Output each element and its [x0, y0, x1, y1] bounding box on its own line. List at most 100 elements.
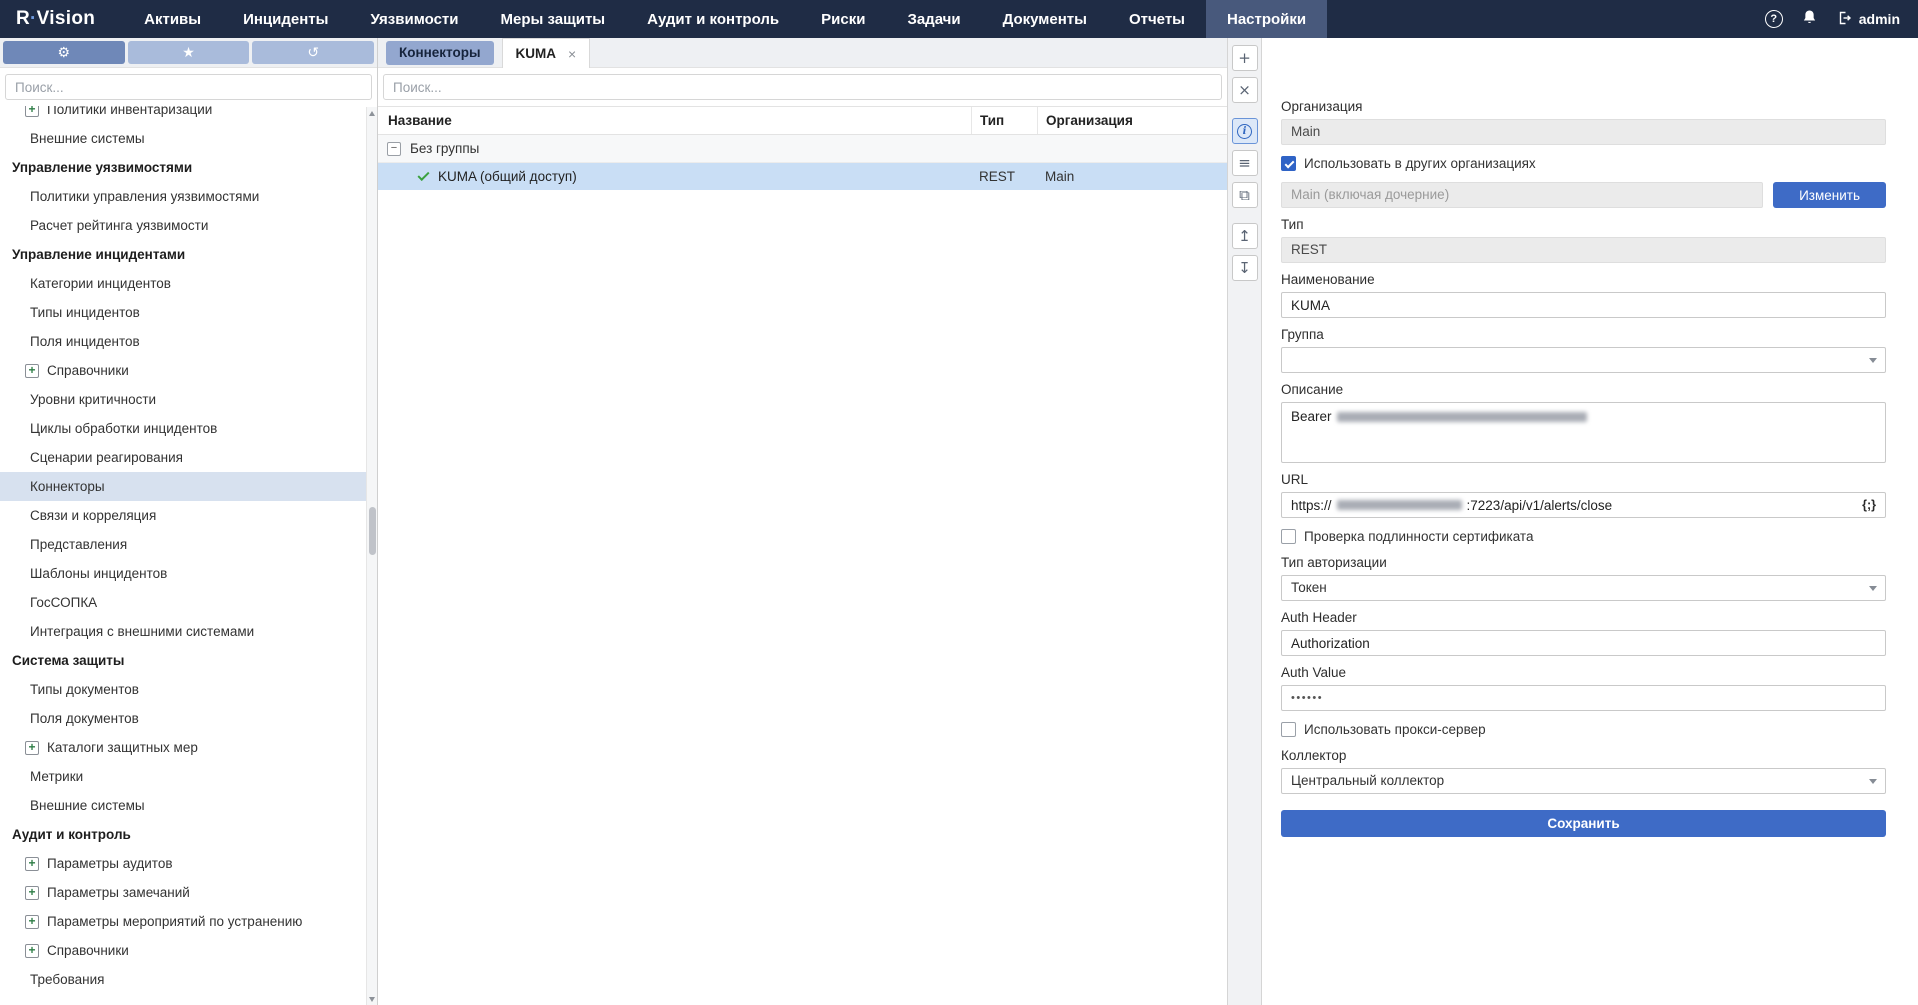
tree-item[interactable]: Система защиты: [0, 646, 366, 675]
sidebar-scrollbar[interactable]: [366, 107, 377, 1005]
settings-tab[interactable]: ⚙: [3, 41, 125, 64]
KUMA (общий доступ)[interactable]: KUMA (общий доступ) REST Main: [378, 163, 1227, 190]
tree-item[interactable]: Управление уязвимостями: [0, 153, 366, 182]
info-button[interactable]: i: [1232, 118, 1258, 144]
expand-plus-icon[interactable]: [25, 106, 39, 117]
workspace-tab[interactable]: KUMA ×: [502, 38, 591, 68]
tree-item[interactable]: Каталоги защитных мер: [0, 733, 366, 762]
nav-item[interactable]: Уязвимости: [349, 0, 479, 38]
tree-item[interactable]: Поля документов: [0, 704, 366, 733]
tree-item[interactable]: Коннекторы: [0, 472, 366, 501]
tree-item[interactable]: Уровни критичности: [0, 385, 366, 414]
auth-header-input[interactable]: [1281, 630, 1886, 656]
tree-item-label: Управление уязвимостями: [12, 160, 192, 175]
user-menu[interactable]: admin: [1836, 10, 1900, 29]
share-checkbox-row[interactable]: Использовать в других организациях: [1281, 156, 1886, 171]
tree-item[interactable]: Поля инцидентов: [0, 327, 366, 356]
add-button[interactable]: +: [1232, 45, 1258, 71]
tree-item[interactable]: Справочники: [0, 356, 366, 385]
delete-button[interactable]: ×: [1232, 77, 1258, 103]
collapse-icon[interactable]: [387, 142, 401, 156]
tree-item[interactable]: Требования: [0, 965, 366, 994]
tree-item-label: Управление инцидентами: [12, 247, 185, 262]
group-row[interactable]: Без группы: [378, 135, 1227, 163]
tree-item-label: Каталоги защитных мер: [47, 740, 198, 755]
url-field[interactable]: https://:7223/api/v1/alerts/close {;}: [1281, 492, 1886, 518]
proxy-checkbox[interactable]: [1281, 722, 1296, 737]
column-name[interactable]: Название: [378, 113, 971, 128]
save-button[interactable]: Сохранить: [1281, 810, 1886, 837]
share-checkbox[interactable]: [1281, 156, 1296, 171]
favorites-tab[interactable]: ★: [128, 41, 250, 64]
nav-item[interactable]: Документы: [982, 0, 1108, 38]
tree-item[interactable]: ГосСОПКА: [0, 588, 366, 617]
scroll-up-icon[interactable]: [367, 107, 377, 119]
tree-item[interactable]: Интеграция с внешними системами: [0, 617, 366, 646]
logout-icon[interactable]: [1836, 10, 1852, 29]
tab-close-icon[interactable]: ×: [568, 46, 576, 62]
tree-item[interactable]: Представления: [0, 530, 366, 559]
tree-item[interactable]: Метрики: [0, 762, 366, 791]
tree-item-label: Внешние системы: [30, 131, 145, 146]
nav-item[interactable]: Меры защиты: [479, 0, 626, 38]
tree-item[interactable]: Шаблоны инцидентов: [0, 559, 366, 588]
tree-item[interactable]: Справочники: [0, 936, 366, 965]
notifications-bell-icon[interactable]: [1801, 9, 1818, 29]
tree-item[interactable]: Аудит и контроль: [0, 820, 366, 849]
scrollbar-thumb[interactable]: [369, 507, 376, 555]
tree-item[interactable]: Параметры замечаний: [0, 878, 366, 907]
collector-select[interactable]: Центральный коллектор: [1281, 768, 1886, 794]
auth-value-input[interactable]: [1281, 685, 1886, 711]
sidebar-search-input[interactable]: [5, 74, 372, 100]
import-button[interactable]: ↧: [1232, 255, 1258, 281]
scroll-down-icon[interactable]: [367, 993, 377, 1005]
connector-name: KUMA (общий доступ): [438, 169, 577, 184]
tree-item[interactable]: Внешние системы: [0, 791, 366, 820]
tree-item[interactable]: Типы документов: [0, 675, 366, 704]
tree-item[interactable]: Политики инвентаризации: [0, 106, 366, 124]
nav-item[interactable]: Инциденты: [222, 0, 349, 38]
expand-plus-icon[interactable]: [25, 364, 39, 378]
nav-item[interactable]: Аудит и контроль: [626, 0, 800, 38]
tree-item[interactable]: Внешние системы: [0, 124, 366, 153]
certificate-check-checkbox[interactable]: [1281, 529, 1296, 544]
column-organization[interactable]: Организация: [1037, 107, 1227, 134]
help-icon[interactable]: ?: [1765, 10, 1783, 28]
auth-type-select[interactable]: Токен: [1281, 575, 1886, 601]
history-tab[interactable]: ↺: [252, 41, 374, 64]
nav-item[interactable]: Риски: [800, 0, 886, 38]
list-button[interactable]: ≡: [1232, 150, 1258, 176]
tree-item[interactable]: Категории инцидентов: [0, 269, 366, 298]
tree-item[interactable]: Расчет рейтинга уязвимости: [0, 211, 366, 240]
expand-plus-icon[interactable]: [25, 741, 39, 755]
workspace-tab[interactable]: Коннекторы ×: [386, 41, 494, 65]
description-textarea[interactable]: Bearer: [1281, 402, 1886, 463]
change-button[interactable]: Изменить: [1773, 182, 1886, 208]
nav-item[interactable]: Задачи: [886, 0, 981, 38]
expand-plus-icon[interactable]: [25, 886, 39, 900]
tree-item[interactable]: Параметры мероприятий по устранению: [0, 907, 366, 936]
proxy-checkbox-row[interactable]: Использовать прокси-сервер: [1281, 722, 1886, 737]
tree-item[interactable]: Циклы обработки инцидентов: [0, 414, 366, 443]
export-button[interactable]: ↥: [1232, 223, 1258, 249]
tree-item[interactable]: Управление инцидентами: [0, 240, 366, 269]
tree-item[interactable]: Связи и корреляция: [0, 501, 366, 530]
tree-item[interactable]: Параметры аудитов: [0, 849, 366, 878]
tree-item-label: Сценарии реагирования: [30, 450, 183, 465]
copy-button[interactable]: ⧉: [1232, 182, 1258, 208]
nav-item[interactable]: Настройки: [1206, 0, 1327, 38]
nav-item[interactable]: Отчеты: [1108, 0, 1206, 38]
tree-item[interactable]: Политики управления уязвимостями: [0, 182, 366, 211]
expand-plus-icon[interactable]: [25, 857, 39, 871]
expand-plus-icon[interactable]: [25, 944, 39, 958]
workspace-search-input[interactable]: [383, 74, 1222, 100]
tree-item[interactable]: Сценарии реагирования: [0, 443, 366, 472]
template-variables-icon[interactable]: {;}: [1862, 498, 1876, 512]
name-input[interactable]: [1281, 292, 1886, 318]
nav-item[interactable]: Активы: [123, 0, 222, 38]
column-type[interactable]: Тип: [971, 107, 1037, 134]
tree-item[interactable]: Типы инцидентов: [0, 298, 366, 327]
cert-checkbox-row[interactable]: Проверка подлинности сертификата: [1281, 529, 1886, 544]
group-select[interactable]: [1281, 347, 1886, 373]
expand-plus-icon[interactable]: [25, 915, 39, 929]
